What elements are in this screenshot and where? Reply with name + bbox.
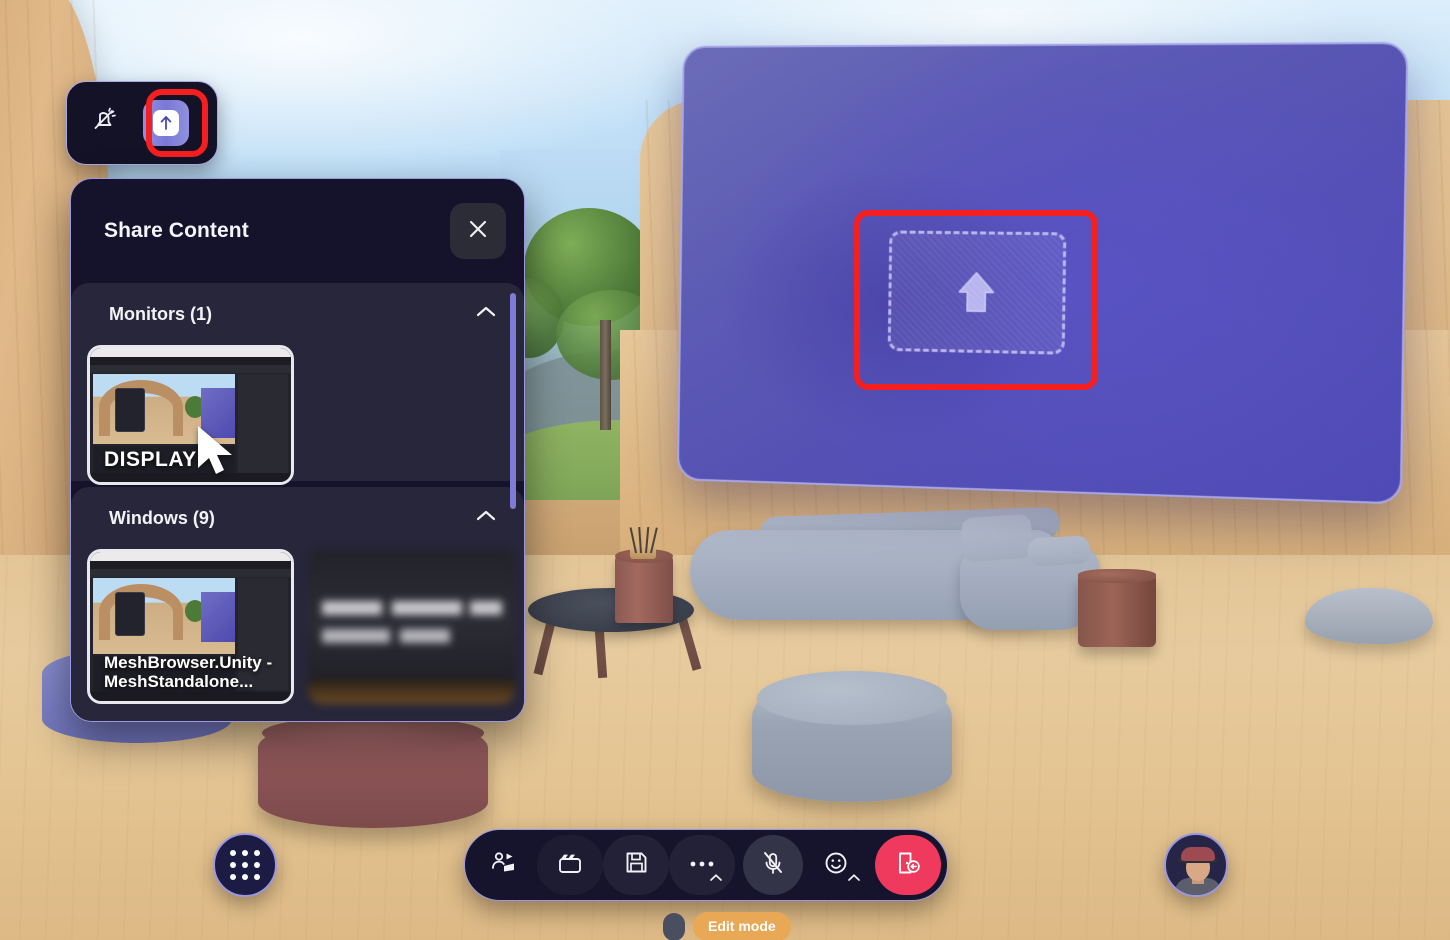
monitor-thumbnail[interactable]: DISPLAY: [87, 345, 294, 485]
edit-mode-indicator: Edit mode: [663, 912, 791, 940]
pillow: [960, 513, 1034, 563]
monitor-thumbnail-label: DISPLAY: [104, 448, 197, 472]
round-ottoman-top: [757, 671, 947, 725]
share-panel-header: Share Content: [71, 179, 524, 283]
side-table: [615, 555, 673, 623]
chevron-up-icon[interactable]: [474, 508, 498, 529]
edit-mode-badge[interactable]: Edit mode: [693, 912, 791, 940]
leave-button[interactable]: [875, 835, 941, 895]
window-thumbnail[interactable]: MeshBrowser.Unity - MeshStandalone...: [87, 549, 294, 704]
chevron-up-icon[interactable]: [709, 869, 723, 887]
section-windows: Windows (9) MeshBrowser.Unity - MeshStan…: [71, 487, 524, 721]
microphone-muted-icon: [759, 849, 787, 882]
share-content-toolbar-button[interactable]: [143, 100, 189, 146]
chevron-up-icon[interactable]: [474, 304, 498, 325]
decorative-rock: [1305, 588, 1433, 644]
section-monitors: Monitors (1) DISPLAY: [71, 283, 524, 485]
close-icon: [467, 218, 489, 245]
window-thumbnail-label: [308, 688, 515, 704]
grid-apps-icon: [230, 850, 260, 880]
user-avatar[interactable]: [1164, 833, 1228, 897]
screen-upload-dropzone[interactable]: [887, 230, 1067, 355]
people-share-icon: [489, 848, 519, 883]
leave-door-icon: [893, 848, 923, 883]
upload-arrow-icon: [946, 261, 1008, 324]
section-windows-title: Windows (9): [109, 507, 215, 528]
section-windows-header[interactable]: Windows (9): [71, 487, 524, 549]
share-panel-body[interactable]: Monitors (1) DISPLAY Windows (9) MeshBro…: [71, 283, 524, 721]
bell-slash-icon: [89, 106, 119, 141]
chevron-up-icon[interactable]: [847, 869, 861, 887]
section-monitors-header[interactable]: Monitors (1): [71, 283, 524, 345]
pencils: [629, 523, 658, 554]
monitors-thumbnail-list: DISPLAY: [71, 345, 524, 485]
smiley-face-icon: [822, 849, 850, 882]
panel-scrollbar-thumb[interactable]: [510, 293, 516, 509]
app-launcher-button[interactable]: [213, 833, 277, 897]
page-title: Share Content: [104, 219, 249, 242]
microphone-button[interactable]: [743, 835, 803, 895]
notifications-button[interactable]: [81, 100, 127, 146]
more-options-button[interactable]: [669, 835, 735, 895]
wooden-stool-top: [1078, 569, 1156, 583]
clapperboard-icon: [556, 849, 584, 882]
shared-content-screen[interactable]: [676, 41, 1409, 505]
close-button[interactable]: [450, 203, 506, 259]
wooden-stool: [1078, 575, 1156, 647]
meeting-toolbar: [464, 829, 948, 901]
recording-button[interactable]: [537, 835, 603, 895]
floppy-disk-icon: [623, 849, 650, 881]
window-thumbnail-label: MeshBrowser.Unity - MeshStandalone...: [104, 652, 273, 691]
floating-mini-toolbar: [66, 81, 218, 165]
share-screen-up-arrow-icon: [153, 110, 179, 136]
share-content-button[interactable]: [471, 835, 537, 895]
pillow: [1027, 535, 1091, 567]
window-thumbnail[interactable]: [308, 549, 515, 704]
reactions-button[interactable]: [803, 835, 869, 895]
share-content-panel: Share Content Monitors (1) DISPLAY Windo…: [70, 178, 525, 722]
section-monitors-title: Monitors (1): [109, 303, 212, 324]
edit-mode-handle[interactable]: [663, 912, 685, 940]
windows-thumbnail-list: MeshBrowser.Unity - MeshStandalone...: [71, 549, 524, 704]
save-button[interactable]: [603, 835, 669, 895]
